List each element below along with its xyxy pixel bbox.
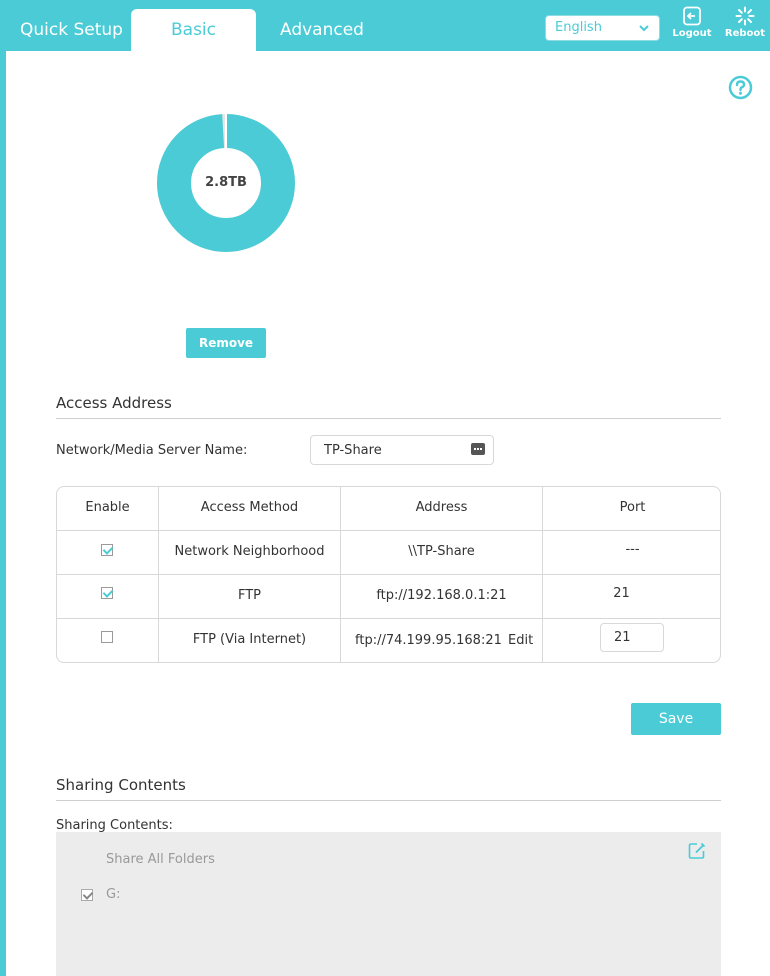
enable-checkbox-ftp-internet[interactable] [101,631,113,643]
table-cell-address: ftp://192.168.0.1:21 [376,588,507,603]
more-icon [471,443,485,455]
left-accent-bar [0,51,6,976]
tab-quick-setup[interactable]: Quick Setup [20,20,123,40]
top-nav-bar: Quick Setup Basic Advanced English Logou… [0,0,770,51]
logout-label: Logout [672,28,712,39]
enable-checkbox-network-neighborhood[interactable] [101,544,113,556]
divider [56,418,721,419]
access-address-title: Access Address [56,394,172,412]
language-select[interactable]: English [545,15,660,41]
reboot-label: Reboot [724,28,766,39]
edit-icon[interactable] [688,842,706,860]
tab-basic[interactable]: Basic [131,9,256,51]
chevron-down-icon [639,25,649,32]
edit-address-link[interactable]: Edit [508,633,533,648]
reboot-button[interactable]: Reboot [723,6,767,39]
divider [56,800,721,801]
table-cell-address: ftp://74.199.95.168:21 [355,633,502,648]
server-name-value: TP-Share [324,443,382,458]
port-value: 21 [614,630,631,645]
server-name-label: Network/Media Server Name: [56,443,248,458]
table-cell-method: FTP [237,588,262,603]
logout-button[interactable]: Logout [670,6,714,39]
table-cell-port: --- [625,542,640,557]
tab-basic-label: Basic [170,20,216,40]
sharing-contents-label: Sharing Contents: [56,818,173,833]
share-all-folders-label: Share All Folders [106,852,215,867]
table-cell-port: 21 [613,586,630,601]
table-cell-address: \\TP-Share [408,544,475,559]
help-icon[interactable] [728,75,753,100]
logout-icon [683,6,701,26]
table-cell-method: Network Neighborhood [174,544,325,559]
enable-checkbox-ftp[interactable] [101,587,113,599]
storage-capacity-label: 2.8TB [205,175,247,190]
volume-g-checkbox[interactable] [81,889,93,901]
ftp-internet-port-input[interactable]: 21 [600,623,664,652]
sharing-contents-title: Sharing Contents [56,776,186,794]
language-value: English [555,20,602,35]
save-button[interactable]: Save [631,703,721,735]
table-header-address: Address [415,500,468,515]
volume-g-label: G: [106,887,121,902]
server-name-input[interactable]: TP-Share [310,435,494,465]
table-header-enable: Enable [85,500,130,515]
reboot-icon [735,6,755,26]
tab-advanced[interactable]: Advanced [280,20,364,40]
table-header-access-method: Access Method [200,500,299,515]
remove-button[interactable]: Remove [186,328,266,358]
table-cell-method: FTP (Via Internet) [192,632,307,647]
sharing-contents-panel: Share All Folders G: [56,832,721,976]
table-header-port: Port [619,500,646,515]
access-method-table: Enable Access Method Address Port Networ… [56,486,721,663]
